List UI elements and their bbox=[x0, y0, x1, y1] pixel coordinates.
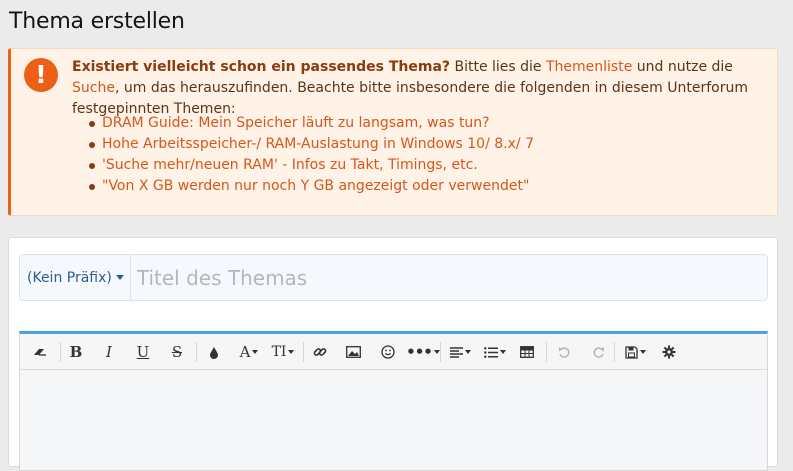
align-icon[interactable] bbox=[445, 334, 475, 370]
image-icon[interactable] bbox=[342, 334, 364, 370]
list-item: 'Suche mehr/neuen RAM' - Infos zu Takt, … bbox=[88, 155, 534, 176]
toolbar-separator bbox=[196, 342, 197, 362]
pinned-thread-link[interactable]: DRAM Guide: Mein Speicher läuft zu langs… bbox=[102, 115, 490, 131]
toolbar-separator bbox=[546, 342, 547, 362]
italic-icon[interactable]: I bbox=[98, 334, 120, 370]
prefix-dropdown[interactable]: (Kein Präfix) bbox=[20, 255, 131, 300]
list-item: "Von X GB werden nur noch Y GB angezeigt… bbox=[88, 176, 534, 197]
eraser-icon[interactable] bbox=[29, 334, 51, 370]
smiley-icon[interactable] bbox=[377, 334, 399, 370]
font-size-icon[interactable]: TI bbox=[268, 334, 298, 370]
notice-heading: Existiert vielleicht schon ein passendes… bbox=[72, 59, 451, 75]
pinned-thread-link[interactable]: 'Suche mehr/neuen RAM' - Infos zu Takt, … bbox=[102, 157, 478, 173]
bold-icon[interactable]: B bbox=[65, 334, 87, 370]
toolbar-separator bbox=[440, 342, 441, 362]
notice-text-part: , um das herauszufinden. Beachte bitte i… bbox=[72, 80, 748, 117]
list-icon[interactable] bbox=[480, 334, 510, 370]
list-item: Hohe Arbeitsspeicher-/ RAM-Auslastung in… bbox=[88, 134, 534, 155]
more-icon[interactable]: ••• bbox=[406, 334, 440, 370]
undo-icon[interactable] bbox=[553, 334, 575, 370]
settings-icon[interactable] bbox=[658, 334, 680, 370]
title-row: (Kein Präfix) bbox=[19, 254, 768, 301]
page-title: Thema erstellen bbox=[9, 9, 185, 34]
redo-icon[interactable] bbox=[587, 334, 609, 370]
prefix-label: (Kein Präfix) bbox=[27, 269, 112, 286]
underline-icon[interactable]: U bbox=[132, 334, 154, 370]
exclamation-circle-icon: ! bbox=[24, 58, 58, 92]
font-family-icon[interactable]: A bbox=[234, 334, 264, 370]
list-item: DRAM Guide: Mein Speicher läuft zu langs… bbox=[88, 113, 534, 134]
toolbar-separator bbox=[60, 342, 61, 362]
notice-text-part: und nutze die bbox=[632, 59, 733, 75]
thread-title-input[interactable] bbox=[130, 255, 767, 300]
toolbar-separator bbox=[303, 342, 304, 362]
save-draft-icon[interactable] bbox=[620, 334, 650, 370]
notice-text: Existiert vielleicht schon ein passendes… bbox=[72, 57, 772, 120]
notice-text-part: Bitte lies die bbox=[450, 59, 546, 75]
chevron-down-icon bbox=[115, 275, 124, 280]
pinned-thread-link[interactable]: Hohe Arbeitsspeicher-/ RAM-Auslastung in… bbox=[102, 136, 534, 152]
link-icon[interactable] bbox=[309, 334, 331, 370]
pinned-thread-link[interactable]: "Von X GB werden nur noch Y GB angezeigt… bbox=[102, 178, 529, 194]
strikethrough-icon[interactable]: S bbox=[166, 334, 188, 370]
rich-text-editor[interactable]: B I U S A TI ••• bbox=[19, 331, 768, 471]
pinned-thread-list: DRAM Guide: Mein Speicher läuft zu langs… bbox=[88, 113, 534, 197]
table-icon[interactable] bbox=[516, 334, 538, 370]
editor-toolbar: B I U S A TI ••• bbox=[20, 334, 767, 370]
toolbar-separator bbox=[614, 342, 615, 362]
text-color-icon[interactable] bbox=[204, 334, 224, 370]
suche-link[interactable]: Suche bbox=[72, 80, 115, 96]
themenliste-link[interactable]: Themenliste bbox=[546, 59, 632, 75]
